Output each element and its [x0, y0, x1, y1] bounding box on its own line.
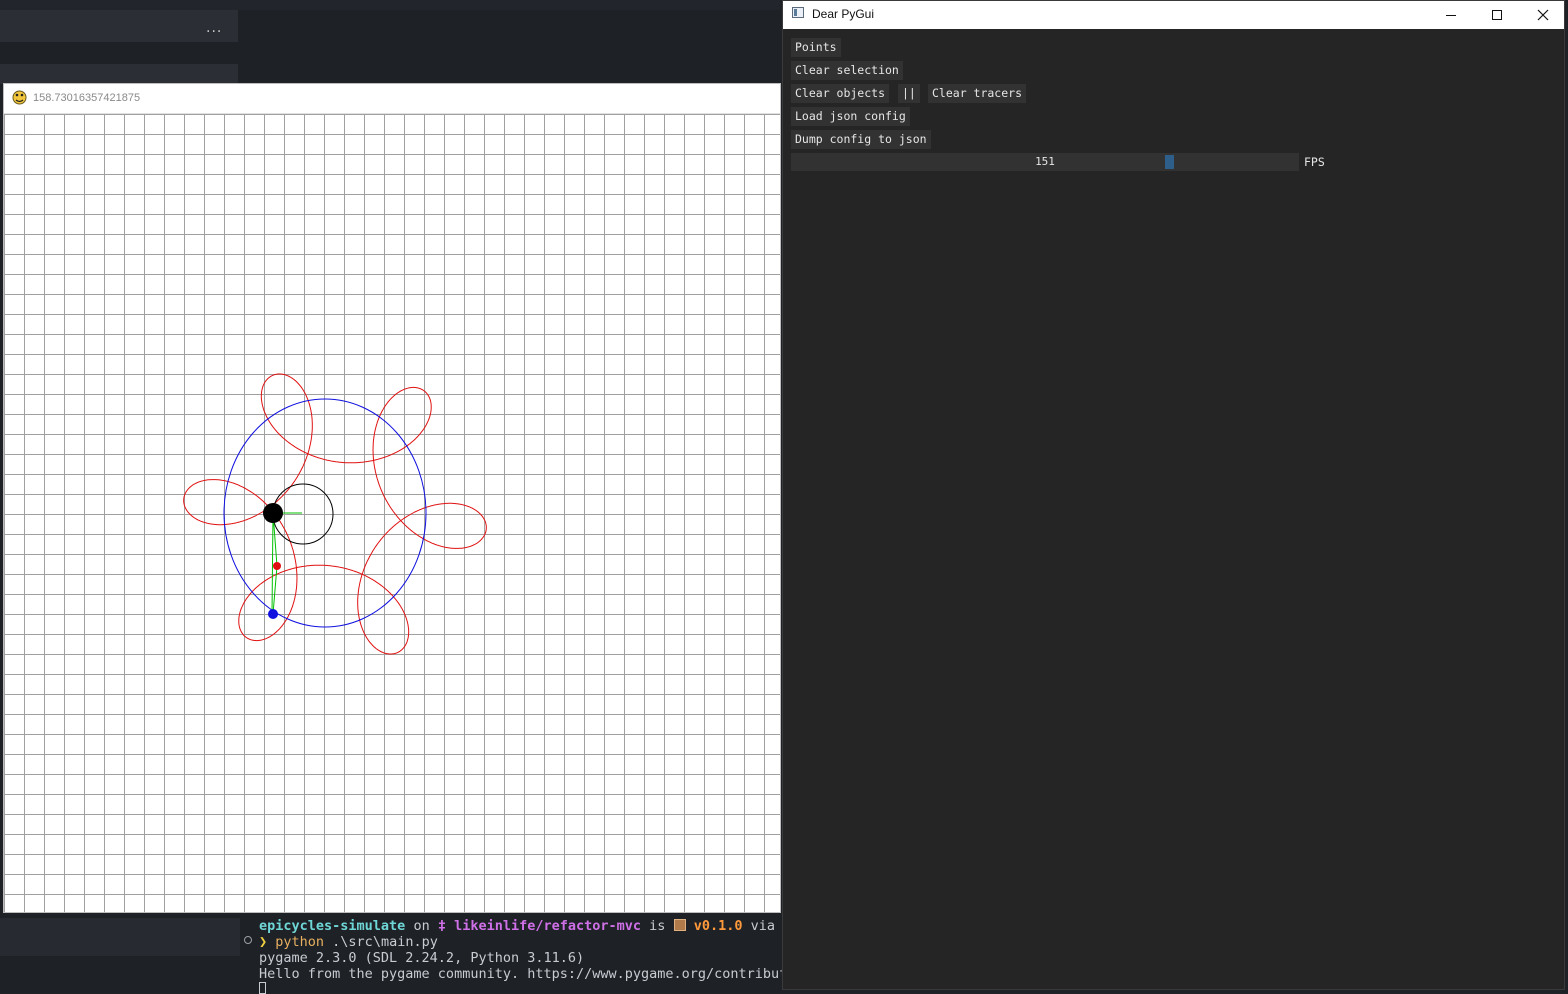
package-icon [673, 919, 686, 931]
red-point [273, 562, 281, 570]
clear-selection-button[interactable]: Clear selection [791, 61, 903, 80]
pause-button[interactable]: || [898, 84, 920, 103]
editor-panel-strip [0, 64, 238, 84]
terminal-dir: epicycles-simulate [259, 918, 406, 934]
fps-slider-value: 151 [1035, 155, 1055, 168]
terminal-branch: likeinlife/refactor-mvc [445, 918, 642, 934]
fps-slider-label: FPS [1304, 155, 1325, 169]
close-button[interactable] [1520, 1, 1566, 29]
dearpygui-body: Points Clear selection Clear objects || … [783, 29, 1564, 989]
points-button[interactable]: Points [791, 38, 841, 57]
terminal-is: is [641, 918, 674, 934]
status-circle-icon [244, 936, 252, 944]
terminal-command: python [275, 934, 325, 950]
terminal-line-prompt-info: epicycles-simulate on ‡ likeinlife/refac… [259, 918, 775, 934]
pygame-titlebar[interactable]: 158.73016357421875 [4, 84, 780, 114]
minimize-button[interactable] [1428, 1, 1474, 29]
terminal-line-command: ❯ python .\src\main.py [259, 934, 438, 950]
more-options-button[interactable]: ··· [206, 24, 222, 40]
fps-slider-grab[interactable] [1165, 155, 1174, 169]
terminal-args: .\src\main.py [324, 934, 438, 950]
blue-point [268, 609, 278, 619]
maximize-button[interactable] [1474, 1, 1520, 29]
terminal-line-hello: Hello from the pygame community. https:/… [259, 966, 782, 982]
python-snake-icon [12, 90, 27, 105]
simulation-canvas[interactable] [4, 114, 780, 912]
git-branch-icon: ‡ [437, 918, 446, 934]
load-json-config-button[interactable]: Load json config [791, 107, 910, 126]
pygame-window[interactable]: 158.73016357421875 [3, 83, 781, 913]
minimize-icon [1446, 14, 1456, 16]
fps-slider[interactable]: 151 [791, 153, 1299, 171]
arm-line [271, 512, 274, 615]
close-icon [1537, 9, 1549, 21]
dearpygui-titlebar[interactable]: Dear PyGui [783, 1, 1564, 29]
arm-line [272, 565, 278, 615]
grid [4, 114, 780, 912]
terminal-via: via [742, 918, 775, 934]
terminal-on: on [405, 918, 438, 934]
dump-config-to-json-button[interactable]: Dump config to json [791, 130, 931, 149]
clear-tracers-button[interactable]: Clear tracers [928, 84, 1027, 103]
terminal-line-pygame-version: pygame 2.3.0 (SDL 2.24.2, Python 3.11.6) [259, 950, 585, 966]
terminal-version: v0.1.0 [685, 918, 743, 934]
clear-objects-button[interactable]: Clear objects [791, 84, 890, 103]
terminal-cursor [259, 982, 266, 994]
pygame-window-title: 158.73016357421875 [33, 92, 141, 104]
dearpygui-window-title: Dear PyGui [812, 7, 875, 21]
terminal-gutter-band [0, 918, 240, 956]
terminal-prompt: ❯ [259, 934, 276, 950]
center-point [263, 503, 283, 523]
maximize-icon [1492, 10, 1502, 20]
terminal[interactable]: epicycles-simulate on ‡ likeinlife/refac… [240, 913, 782, 994]
editor-topbar [0, 0, 780, 10]
editor-panel-header: ··· [0, 10, 238, 42]
app-window-icon [792, 7, 804, 18]
dearpygui-window[interactable]: Dear PyGui Points Clear selection Clear … [782, 0, 1565, 990]
